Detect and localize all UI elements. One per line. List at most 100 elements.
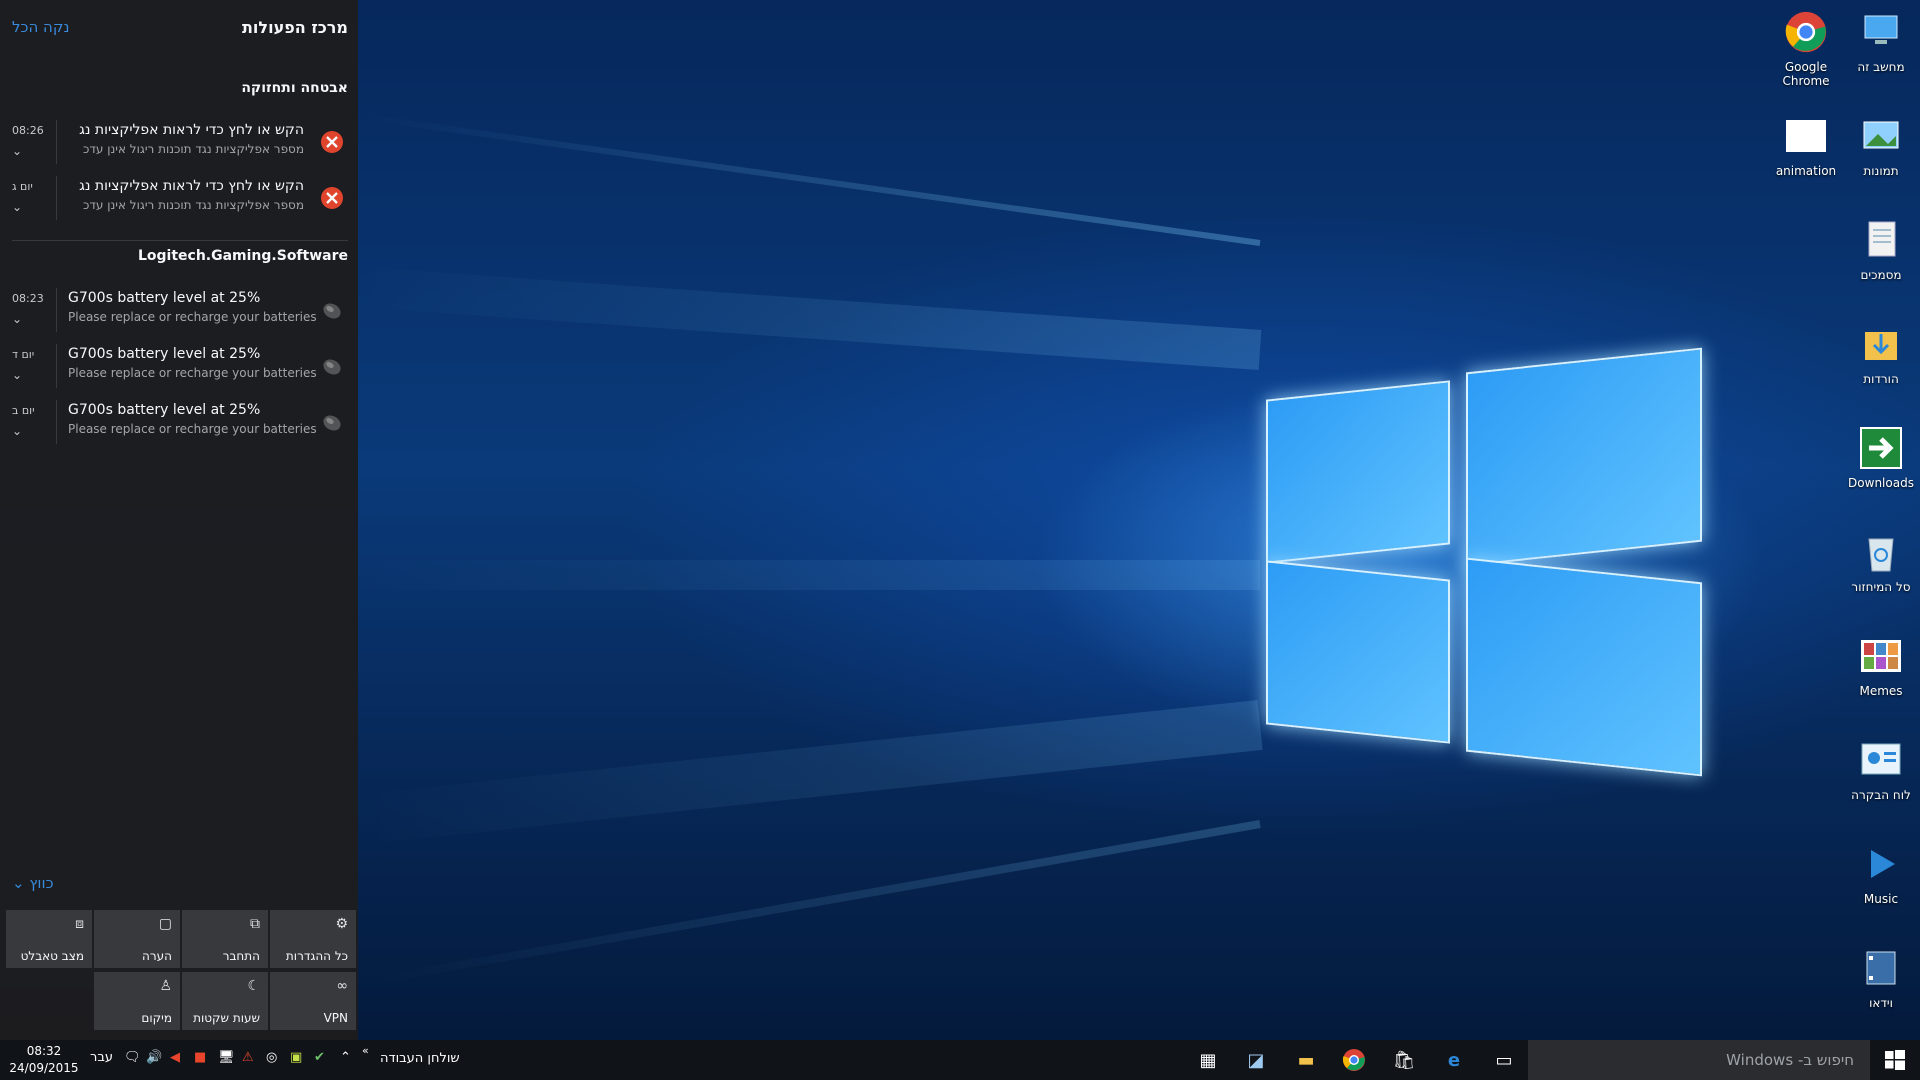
control-panel-icon [1857, 736, 1905, 784]
gear-icon: ⚙ [335, 916, 348, 932]
clock-time: 08:32 [26, 1044, 62, 1058]
sync-icon[interactable]: ◎ [266, 1050, 277, 1065]
divider [56, 288, 57, 332]
desktop-icon-animation[interactable]: animation [1767, 112, 1845, 178]
location-icon: ♙ [159, 978, 172, 994]
chrome-icon[interactable] [1340, 1046, 1368, 1074]
action-center-icon[interactable]: 🗨 [124, 1050, 141, 1065]
quick-action-label: התחבר [222, 949, 260, 963]
security-tray-icon[interactable]: ✔ [314, 1050, 325, 1065]
chevron-down-icon[interactable]: ⌄ [12, 424, 22, 438]
note-icon: ▢ [158, 916, 172, 932]
desktop-icon-label: הורדות [1863, 372, 1899, 386]
vpn-icon: ∞ [336, 978, 348, 994]
notification-title: הקש או לחץ כדי לראות אפליקציות נג [79, 178, 304, 194]
downloads-shortcut-icon [1857, 424, 1905, 472]
animation-icon [1782, 112, 1830, 160]
calculator-icon[interactable]: ▦ [1194, 1046, 1222, 1074]
search-box[interactable]: חיפוש ב- Windows [1528, 1040, 1870, 1080]
quick-action-connect[interactable]: ⧉ התחבר [182, 910, 268, 968]
error-icon [321, 131, 343, 153]
nvidia-icon[interactable]: ▣ [290, 1050, 302, 1065]
quick-action-label: כל ההגדרות [285, 949, 348, 963]
clock-date: 24/09/2015 [9, 1061, 79, 1075]
desktop-icon-label: סל המיחזור [1851, 580, 1911, 594]
notification-security-2[interactable]: יום ג ⌄ הקש או לחץ כדי לראות אפליקציות נ… [0, 172, 358, 224]
desktop-icon-video[interactable]: וידאו [1842, 944, 1920, 1010]
desktop-icon-label: Memes [1859, 684, 1903, 698]
edge-icon[interactable]: e [1440, 1046, 1468, 1074]
desktop-toolbar-label[interactable]: שולחן העבודה [380, 1051, 460, 1066]
notification-body: Please replace or recharge your batterie… [68, 366, 317, 380]
notification-logitech-3[interactable]: יום ב ⌄ G700s battery level at 25% Pleas… [0, 396, 358, 448]
notification-title: G700s battery level at 25% [68, 290, 261, 306]
file-explorer-icon[interactable]: ▬ [1292, 1046, 1320, 1074]
desktop-icon-music[interactable]: Music [1842, 840, 1920, 906]
mouse-icon [323, 303, 341, 319]
group-separator [12, 240, 348, 241]
store-icon[interactable]: 🛍 [1390, 1046, 1418, 1074]
quick-action-label: מיקום [141, 1011, 172, 1025]
notification-security-1[interactable]: 08:26 ⌄ הקש או לחץ כדי לראות אפליקציות נ… [0, 116, 358, 168]
error-icon [321, 187, 343, 209]
quick-action-quiet-hours[interactable]: ☾ שעות שקטות [182, 972, 268, 1030]
tray-app-icon[interactable]: ■ [194, 1050, 206, 1065]
video-icon [1857, 944, 1905, 992]
desktop-icon-control-panel[interactable]: לוח הבקרה [1842, 736, 1920, 802]
desktop-icon-label: לוח הבקרה [1851, 788, 1911, 802]
quick-action-label: הערה [142, 949, 172, 963]
volume-icon[interactable]: 🔊 [146, 1050, 162, 1065]
start-button[interactable] [1870, 1040, 1920, 1080]
chevron-down-icon[interactable]: ⌄ [12, 200, 22, 214]
desktop-icon-chrome[interactable]: Google Chrome [1767, 8, 1845, 88]
network-icon[interactable]: 🖥 [218, 1050, 235, 1065]
collapse-button[interactable]: ⌄ כווץ [12, 874, 54, 892]
notification-logitech-2[interactable]: יום ד ⌄ G700s battery level at 25% Pleas… [0, 340, 358, 392]
notification-title: G700s battery level at 25% [68, 402, 261, 418]
clear-all-link[interactable]: נקה הכל [12, 18, 69, 36]
desktop-icon-label: וידאו [1869, 996, 1893, 1010]
desktop-icon-pictures[interactable]: תמונות [1842, 112, 1920, 178]
documents-icon [1857, 216, 1905, 264]
music-icon [1857, 840, 1905, 888]
chevron-down-icon[interactable]: ⌄ [12, 368, 22, 382]
chevron-down-icon[interactable]: ⌄ [12, 312, 22, 326]
search-placeholder: חיפוש ב- Windows [1726, 1051, 1854, 1069]
group-header-security[interactable]: אבטחה ותחזוקה [241, 80, 348, 96]
desktop-icon-recycle-bin[interactable]: סל המיחזור [1842, 528, 1920, 594]
desktop-icon-documents[interactable]: מסמכים [1842, 216, 1920, 282]
divider [56, 120, 57, 164]
notification-title: G700s battery level at 25% [68, 346, 261, 362]
system-clock[interactable]: 08:32 24/09/2015 [6, 1043, 82, 1077]
notification-body: Please replace or recharge your batterie… [68, 422, 317, 436]
quick-action-note[interactable]: ▢ הערה [94, 910, 180, 968]
antivirus-tray-icon[interactable]: ◀ [170, 1050, 180, 1065]
quick-action-vpn[interactable]: ∞ VPN [270, 972, 356, 1030]
divider [56, 400, 57, 444]
connect-icon: ⧉ [250, 916, 260, 932]
desktop-toolbar-chevron-icon[interactable]: « [362, 1044, 369, 1057]
group-header-logitech[interactable]: Logitech.Gaming.Software [138, 248, 348, 264]
notification-body: מספר אפליקציות נגד תוכנות ריגול אינן עדכ [82, 198, 304, 212]
quick-action-all-settings[interactable]: ⚙ כל ההגדרות [270, 910, 356, 968]
notification-time: יום ד [12, 348, 35, 361]
chrome-icon [1782, 8, 1830, 56]
desktop-icon-downloads-folder[interactable]: הורדות [1842, 320, 1920, 386]
moon-icon: ☾ [247, 978, 260, 994]
show-hidden-icons-chevron-icon[interactable]: ⌃ [340, 1050, 351, 1065]
quick-action-label: שעות שקטות [193, 1011, 260, 1025]
language-indicator[interactable]: עבר [90, 1050, 113, 1065]
quick-action-tablet-mode[interactable]: ⧈ מצב טאבלט [6, 910, 92, 968]
notification-logitech-1[interactable]: 08:23 ⌄ G700s battery level at 25% Pleas… [0, 284, 358, 336]
task-view-icon[interactable]: ▭ [1490, 1046, 1518, 1074]
desktop-icon-downloads-shortcut[interactable]: Downloads [1842, 424, 1920, 490]
notes-app-icon[interactable]: ◪ [1242, 1046, 1270, 1074]
mouse-icon [323, 359, 341, 375]
quick-action-location[interactable]: ♙ מיקום [94, 972, 180, 1030]
action-center: מרכז הפעולות נקה הכל אבטחה ותחזוקה 08:26… [0, 0, 358, 1040]
quick-action-label: VPN [323, 1011, 348, 1025]
warning-icon[interactable]: ⚠ [242, 1050, 254, 1065]
chevron-down-icon[interactable]: ⌄ [12, 144, 22, 158]
desktop-icon-memes[interactable]: Memes [1842, 632, 1920, 698]
desktop-icon-this-pc[interactable]: מחשב זה [1842, 8, 1920, 74]
